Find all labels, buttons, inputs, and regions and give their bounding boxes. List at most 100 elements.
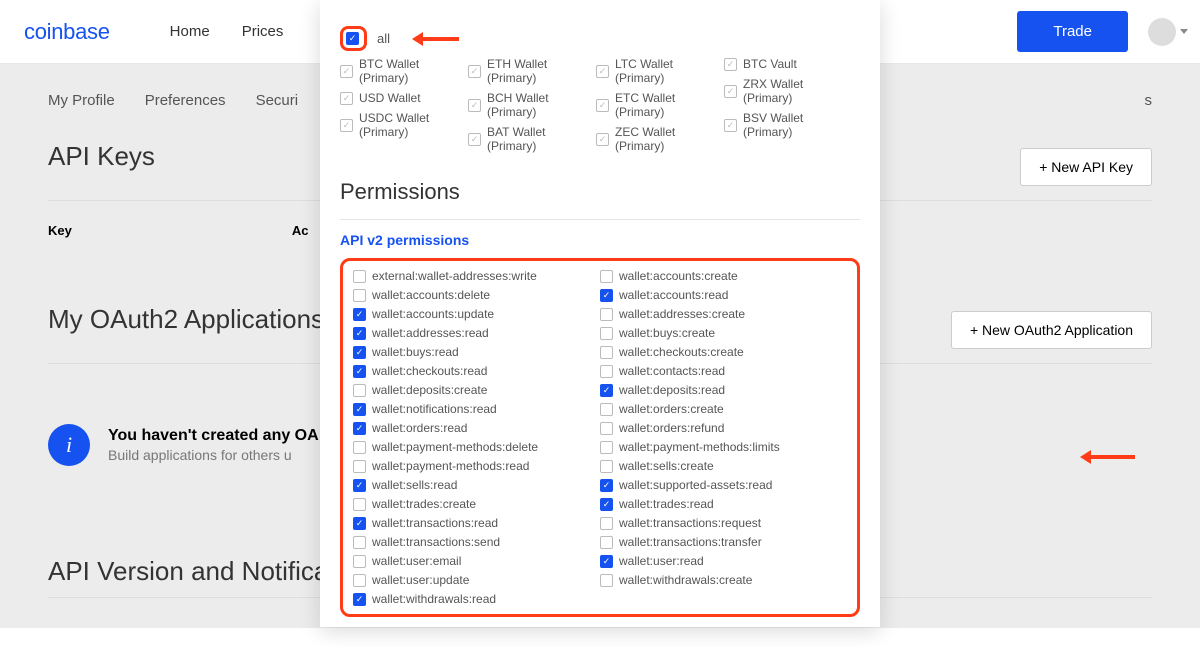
trade-button[interactable]: Trade	[1017, 11, 1128, 52]
permission-checkbox[interactable]	[353, 574, 366, 587]
tab-profile[interactable]: My Profile	[48, 92, 115, 109]
tab-security[interactable]: Securi	[256, 92, 299, 109]
wallet-checkbox[interactable]	[724, 119, 737, 132]
wallet-item[interactable]: BTC Vault	[724, 57, 852, 71]
permission-item[interactable]: wallet:buys:read	[353, 345, 600, 359]
permission-item[interactable]: wallet:payment-methods:read	[353, 459, 600, 473]
permission-checkbox[interactable]	[353, 498, 366, 511]
permission-item[interactable]: wallet:user:update	[353, 573, 600, 587]
wallet-checkbox[interactable]	[468, 65, 481, 78]
permission-checkbox[interactable]	[600, 270, 613, 283]
permission-checkbox[interactable]	[353, 422, 366, 435]
permission-checkbox[interactable]	[600, 308, 613, 321]
permission-item[interactable]: external:wallet-addresses:write	[353, 269, 600, 283]
permission-checkbox[interactable]	[353, 327, 366, 340]
permission-checkbox[interactable]	[353, 441, 366, 454]
permission-checkbox[interactable]	[353, 384, 366, 397]
permission-item[interactable]: wallet:addresses:read	[353, 326, 600, 340]
wallet-item[interactable]: ETC Wallet (Primary)	[596, 91, 724, 119]
permission-checkbox[interactable]	[600, 384, 613, 397]
wallet-checkbox[interactable]	[596, 99, 609, 112]
permission-checkbox[interactable]	[353, 536, 366, 549]
permission-checkbox[interactable]	[600, 555, 613, 568]
permission-item[interactable]: wallet:orders:create	[600, 402, 847, 416]
permission-checkbox[interactable]	[353, 270, 366, 283]
permission-item[interactable]: wallet:addresses:create	[600, 307, 847, 321]
permission-item[interactable]: wallet:buys:create	[600, 326, 847, 340]
wallet-item[interactable]: LTC Wallet (Primary)	[596, 57, 724, 85]
permission-checkbox[interactable]	[600, 365, 613, 378]
wallet-checkbox[interactable]	[340, 119, 353, 132]
wallet-checkbox[interactable]	[724, 58, 737, 71]
permission-checkbox[interactable]	[353, 346, 366, 359]
permission-item[interactable]: wallet:orders:read	[353, 421, 600, 435]
permission-checkbox[interactable]	[600, 289, 613, 302]
permission-item[interactable]: wallet:deposits:read	[600, 383, 847, 397]
wallet-checkbox[interactable]	[596, 65, 609, 78]
wallet-item[interactable]: BAT Wallet (Primary)	[468, 125, 596, 153]
wallet-item[interactable]: USDC Wallet (Primary)	[340, 111, 468, 139]
permission-checkbox[interactable]	[600, 517, 613, 530]
permission-checkbox[interactable]	[600, 327, 613, 340]
permission-item[interactable]: wallet:payment-methods:limits	[600, 440, 847, 454]
permission-checkbox[interactable]	[600, 536, 613, 549]
new-oauth-button[interactable]: + New OAuth2 Application	[951, 311, 1152, 349]
permission-checkbox[interactable]	[353, 479, 366, 492]
permission-item[interactable]: wallet:accounts:delete	[353, 288, 600, 302]
avatar-menu[interactable]	[1148, 18, 1176, 46]
wallet-item[interactable]: USD Wallet	[340, 91, 468, 105]
wallet-checkbox[interactable]	[724, 85, 737, 98]
permission-item[interactable]: wallet:transactions:request	[600, 516, 847, 530]
permission-item[interactable]: wallet:checkouts:read	[353, 364, 600, 378]
permission-checkbox[interactable]	[353, 308, 366, 321]
permission-item[interactable]: wallet:payment-methods:delete	[353, 440, 600, 454]
permission-item[interactable]: wallet:user:read	[600, 554, 847, 568]
permission-checkbox[interactable]	[353, 593, 366, 606]
permission-item[interactable]: wallet:transactions:send	[353, 535, 600, 549]
permission-item[interactable]: wallet:user:email	[353, 554, 600, 568]
permission-item[interactable]: wallet:notifications:read	[353, 402, 600, 416]
wallet-item[interactable]: BTC Wallet (Primary)	[340, 57, 468, 85]
permission-checkbox[interactable]	[600, 479, 613, 492]
wallet-checkbox[interactable]	[340, 65, 353, 78]
permission-item[interactable]: wallet:contacts:read	[600, 364, 847, 378]
permission-checkbox[interactable]	[353, 365, 366, 378]
permission-item[interactable]: wallet:checkouts:create	[600, 345, 847, 359]
permission-item[interactable]: wallet:orders:refund	[600, 421, 847, 435]
tab-preferences[interactable]: Preferences	[145, 92, 226, 109]
permission-checkbox[interactable]	[600, 403, 613, 416]
wallet-checkbox[interactable]	[468, 99, 481, 112]
permission-checkbox[interactable]	[353, 555, 366, 568]
nav-prices[interactable]: Prices	[242, 23, 284, 40]
permission-item[interactable]: wallet:accounts:read	[600, 288, 847, 302]
wallet-checkbox[interactable]	[596, 133, 609, 146]
permission-item[interactable]: wallet:supported-assets:read	[600, 478, 847, 492]
permission-item[interactable]: wallet:trades:read	[600, 497, 847, 511]
permission-item[interactable]: wallet:accounts:create	[600, 269, 847, 283]
permission-item[interactable]: wallet:sells:read	[353, 478, 600, 492]
permission-checkbox[interactable]	[353, 289, 366, 302]
permission-item[interactable]: wallet:accounts:update	[353, 307, 600, 321]
permission-item[interactable]: wallet:transactions:read	[353, 516, 600, 530]
wallet-item[interactable]: BCH Wallet (Primary)	[468, 91, 596, 119]
permission-checkbox[interactable]	[600, 498, 613, 511]
permission-item[interactable]: wallet:withdrawals:create	[600, 573, 847, 587]
permission-checkbox[interactable]	[600, 422, 613, 435]
new-api-key-button[interactable]: + New API Key	[1020, 148, 1152, 186]
permission-checkbox[interactable]	[600, 574, 613, 587]
permission-item[interactable]: wallet:withdrawals:read	[353, 592, 600, 606]
permission-item[interactable]: wallet:transactions:transfer	[600, 535, 847, 549]
wallet-item[interactable]: ZRX Wallet (Primary)	[724, 77, 852, 105]
permission-item[interactable]: wallet:sells:create	[600, 459, 847, 473]
all-checkbox[interactable]	[346, 32, 359, 45]
nav-home[interactable]: Home	[170, 23, 210, 40]
wallet-checkbox[interactable]	[468, 133, 481, 146]
wallet-item[interactable]: ETH Wallet (Primary)	[468, 57, 596, 85]
permission-checkbox[interactable]	[353, 460, 366, 473]
wallet-item[interactable]: BSV Wallet (Primary)	[724, 111, 852, 139]
permission-checkbox[interactable]	[353, 403, 366, 416]
permission-checkbox[interactable]	[600, 441, 613, 454]
permission-checkbox[interactable]	[600, 460, 613, 473]
permission-item[interactable]: wallet:deposits:create	[353, 383, 600, 397]
permission-checkbox[interactable]	[600, 346, 613, 359]
